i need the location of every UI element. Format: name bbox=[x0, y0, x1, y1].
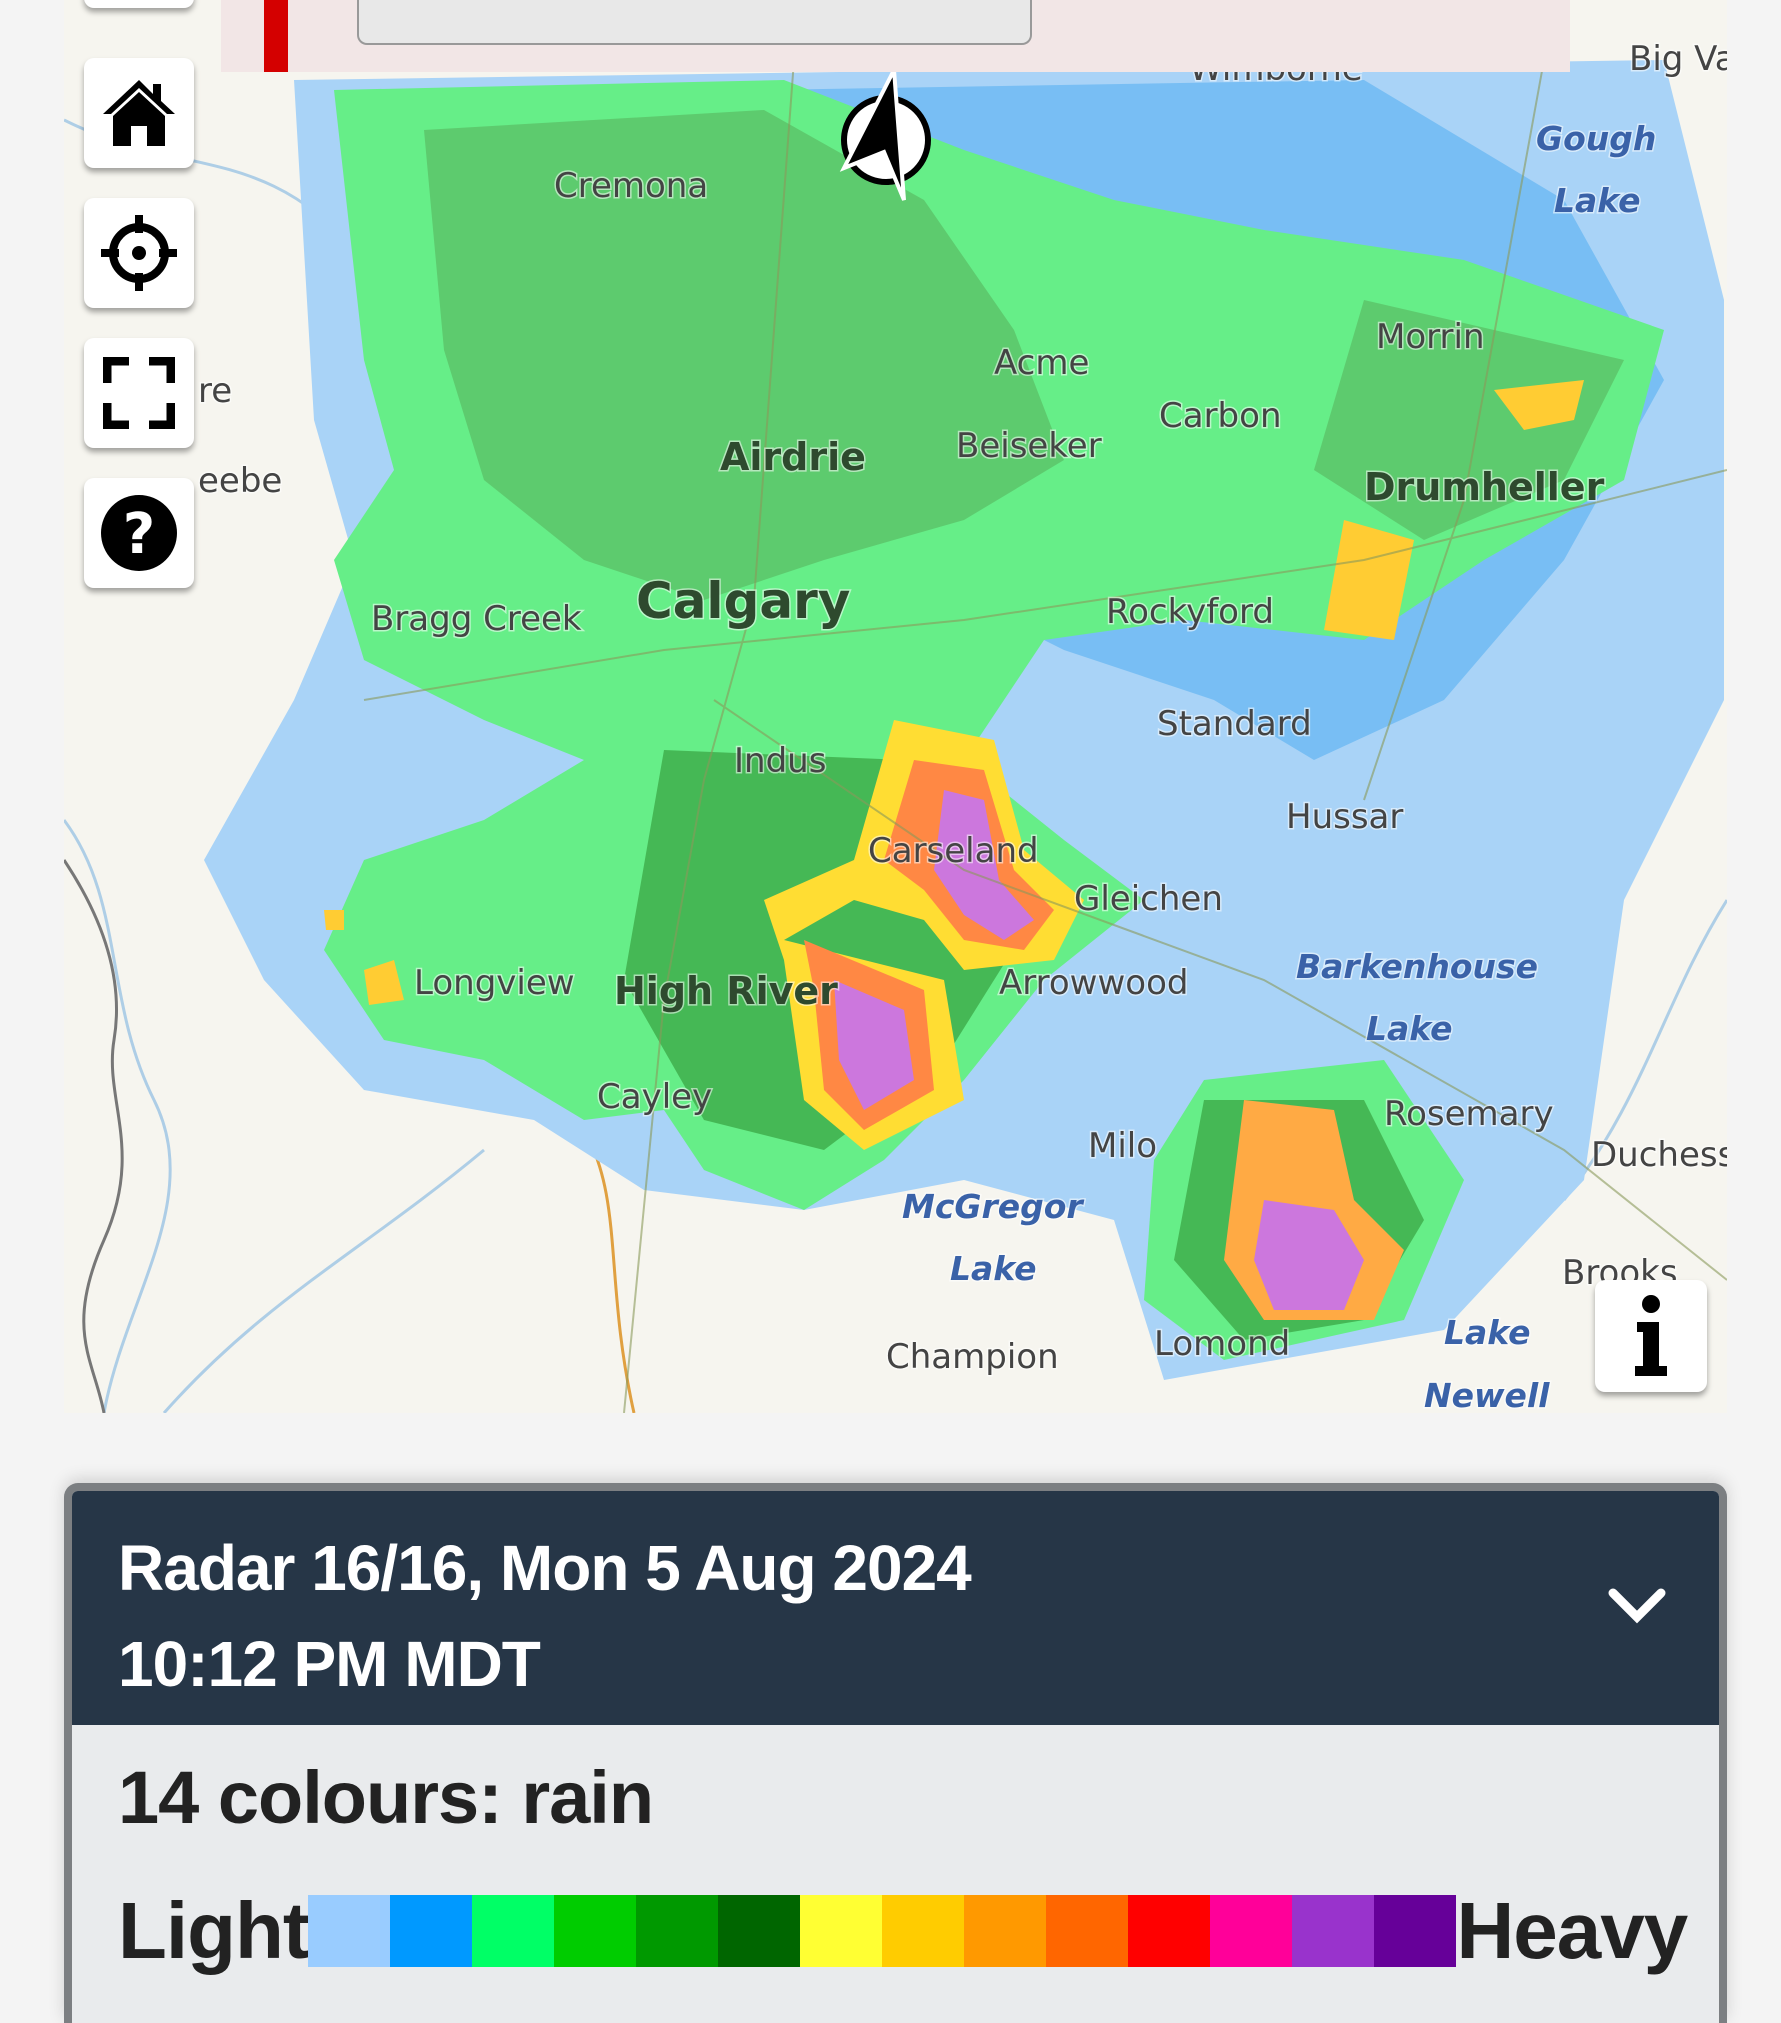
legend-swatch bbox=[1210, 1895, 1293, 1967]
crosshair-icon bbox=[101, 215, 177, 291]
town-label: Duchess bbox=[1591, 1135, 1727, 1175]
legend-swatches bbox=[308, 1895, 1457, 1967]
info-button[interactable] bbox=[1595, 1280, 1707, 1392]
home-icon bbox=[103, 80, 175, 146]
town-label: High River bbox=[614, 969, 838, 1013]
legend-swatch bbox=[1374, 1895, 1457, 1967]
chevron-down-icon[interactable] bbox=[1607, 1581, 1667, 1631]
lake-label: McGregor bbox=[902, 1187, 1084, 1226]
info-icon bbox=[1635, 1295, 1667, 1376]
town-label: Standard bbox=[1157, 704, 1312, 744]
town-label: Acme bbox=[994, 343, 1089, 383]
svg-text:?: ? bbox=[123, 502, 155, 567]
town-label: Cayley bbox=[597, 1077, 712, 1117]
help-button[interactable]: ? bbox=[84, 478, 194, 588]
town-label: Bragg Creek bbox=[371, 599, 582, 639]
town-label: Carbon bbox=[1159, 396, 1282, 436]
legend-swatch bbox=[308, 1895, 391, 1967]
legend-heavy-label: Heavy bbox=[1456, 1886, 1688, 1975]
town-label: Morrin bbox=[1376, 317, 1485, 357]
town-label: Big Valley bbox=[1629, 39, 1727, 79]
locate-button[interactable] bbox=[84, 198, 194, 308]
radar-map[interactable]: WimborneBig ValleyCremonaAcmeMorrinCarbo… bbox=[64, 0, 1727, 1413]
search-input[interactable] bbox=[357, 0, 1032, 45]
lake-label: Gough bbox=[1536, 119, 1656, 158]
lake-label: Lake bbox=[1554, 181, 1640, 220]
town-label: Calgary bbox=[636, 572, 850, 630]
legend-swatch bbox=[1128, 1895, 1211, 1967]
legend-swatch bbox=[554, 1895, 637, 1967]
alert-stripe bbox=[264, 0, 288, 72]
search-banner bbox=[221, 0, 1570, 72]
radar-frame-date: Radar 16/16, Mon 5 Aug 2024 bbox=[118, 1532, 972, 1604]
fullscreen-icon bbox=[103, 357, 175, 429]
legend-swatch bbox=[390, 1895, 473, 1967]
town-label: re bbox=[198, 371, 232, 411]
town-label: Rosemary bbox=[1384, 1094, 1554, 1134]
help-icon: ? bbox=[101, 495, 177, 571]
lake-label: Newell bbox=[1424, 1376, 1550, 1413]
legend-swatch bbox=[964, 1895, 1047, 1967]
town-label: Indus bbox=[734, 741, 826, 781]
town-label: Cremona bbox=[554, 166, 708, 206]
lake-label: Barkenhouse bbox=[1296, 947, 1538, 986]
panel-header[interactable]: Radar 16/16, Mon 5 Aug 2024 10:12 PM MDT bbox=[72, 1491, 1719, 1725]
zoom-control-partial[interactable] bbox=[84, 0, 194, 8]
town-label: Carseland bbox=[868, 831, 1039, 871]
town-label: Lomond bbox=[1154, 1324, 1290, 1364]
north-arrow-icon[interactable] bbox=[824, 60, 944, 210]
home-button[interactable] bbox=[84, 58, 194, 168]
legend-swatch bbox=[718, 1895, 801, 1967]
lake-label: Lake bbox=[1444, 1313, 1530, 1352]
town-label: Rockyford bbox=[1106, 592, 1274, 632]
town-label: Gleichen bbox=[1074, 879, 1223, 919]
legend-swatch bbox=[800, 1895, 883, 1967]
town-label: Milo bbox=[1088, 1126, 1157, 1166]
map-layer: WimborneBig ValleyCremonaAcmeMorrinCarbo… bbox=[64, 38, 1727, 1413]
town-label: Airdrie bbox=[720, 435, 866, 479]
town-label: Longview bbox=[414, 963, 575, 1003]
legend-swatch bbox=[472, 1895, 555, 1967]
town-label: Hussar bbox=[1286, 797, 1403, 837]
radar-info-panel: Radar 16/16, Mon 5 Aug 2024 10:12 PM MDT… bbox=[64, 1483, 1727, 2023]
lake-label: Lake bbox=[1366, 1009, 1452, 1048]
legend-title: 14 colours: rain bbox=[118, 1756, 654, 1839]
fullscreen-button[interactable] bbox=[84, 338, 194, 448]
town-label: Champion bbox=[886, 1337, 1059, 1377]
legend-swatch bbox=[1046, 1895, 1129, 1967]
town-label: Arrowwood bbox=[999, 963, 1188, 1003]
legend-light-label: Light bbox=[118, 1886, 309, 1975]
rain-legend: Light Heavy bbox=[118, 1885, 1688, 1977]
legend-swatch bbox=[1292, 1895, 1375, 1967]
town-label: Drumheller bbox=[1364, 465, 1605, 509]
town-label: Beiseker bbox=[956, 426, 1102, 466]
town-label: eebe bbox=[198, 461, 282, 501]
legend-swatch bbox=[882, 1895, 965, 1967]
radar-frame-time: 10:12 PM MDT bbox=[118, 1628, 541, 1700]
legend-swatch bbox=[636, 1895, 719, 1967]
lake-label: Lake bbox=[950, 1249, 1036, 1288]
